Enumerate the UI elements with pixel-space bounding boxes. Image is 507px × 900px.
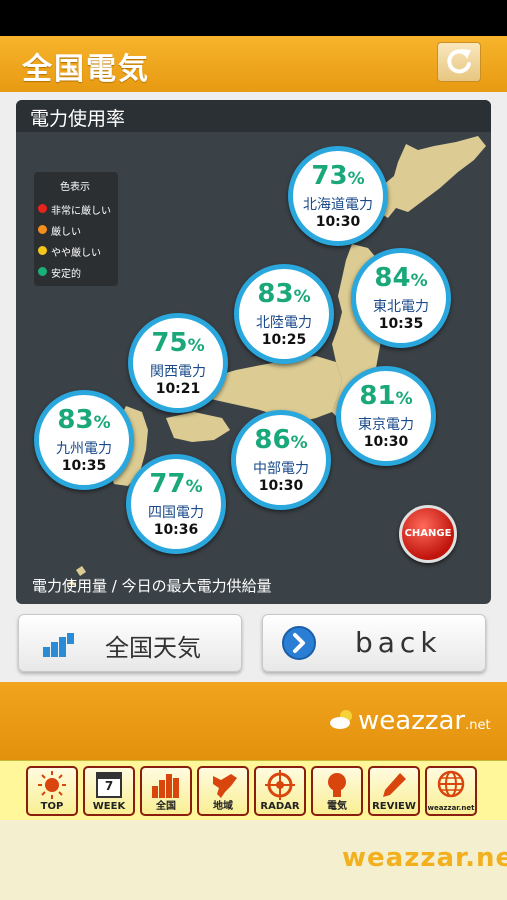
reload-button[interactable] <box>437 42 481 82</box>
panel-title: 電力使用率 <box>30 108 126 130</box>
region-time: 10:30 <box>315 214 361 230</box>
region-name: 四国電力 <box>148 505 204 521</box>
region-bubble-hokkaido[interactable]: 73% 北海道電力 10:30 <box>288 146 388 246</box>
tab-top[interactable]: TOP <box>26 766 78 816</box>
footer-logo: weazzar.net <box>342 843 507 873</box>
bars-icon <box>43 633 74 657</box>
yellow-dot-icon <box>38 246 47 255</box>
region-time: 10:30 <box>258 478 304 494</box>
region-time: 10:30 <box>363 434 409 450</box>
page-title: 全国電気 <box>22 52 150 87</box>
region-name: 東京電力 <box>358 417 414 433</box>
region-time: 10:35 <box>61 458 107 474</box>
region-bubble-shikoku[interactable]: 77% 四国電力 10:36 <box>126 454 226 554</box>
region-name: 中部電力 <box>253 461 309 477</box>
region-name: 関西電力 <box>150 364 206 380</box>
globe-icon <box>437 770 465 798</box>
tab-electricity[interactable]: 電気 <box>311 766 363 816</box>
region-bubble-tokyo[interactable]: 81% 東京電力 10:30 <box>336 366 436 466</box>
region-time: 10:35 <box>378 316 424 332</box>
region-bubble-chubu[interactable]: 86% 中部電力 10:30 <box>231 410 331 510</box>
tab-national[interactable]: 全国 <box>140 766 192 816</box>
green-dot-icon <box>38 267 47 276</box>
weather-logo-icon <box>330 710 352 729</box>
map-caption: 電力使用量 / 今日の最大電力供給量 <box>32 577 272 595</box>
region-name: 北海道電力 <box>303 197 373 213</box>
tab-weazzar[interactable]: weazzar.net <box>425 766 477 816</box>
tab-review[interactable]: REVIEW <box>368 766 420 816</box>
red-dot-icon <box>38 204 47 213</box>
back-button[interactable]: back <box>262 614 486 672</box>
status-bar <box>0 0 507 36</box>
region-bubble-kyushu[interactable]: 83% 九州電力 10:35 <box>34 390 134 490</box>
tab-region[interactable]: 地域 <box>197 766 249 816</box>
tab-week[interactable]: 7 WEEK <box>83 766 135 816</box>
region-time: 10:21 <box>155 381 201 397</box>
orange-dot-icon <box>38 225 47 234</box>
legend-title: 色表示 <box>60 182 90 193</box>
region-bubble-hokuriku[interactable]: 83% 北陸電力 10:25 <box>234 264 334 364</box>
color-legend: 色表示 非常に厳しい 厳しい やや厳しい 安定的 <box>34 172 118 286</box>
region-time: 10:36 <box>153 522 199 538</box>
region-time: 10:25 <box>261 332 307 348</box>
reload-icon <box>447 49 471 74</box>
back-label: back <box>355 626 442 659</box>
national-weather-button[interactable]: 全国天気 <box>18 614 242 672</box>
national-weather-label: 全国天気 <box>105 634 201 662</box>
region-bubble-tohoku[interactable]: 84% 東北電力 10:35 <box>351 248 451 348</box>
brand-logo: weazzar.net <box>358 706 491 736</box>
change-button[interactable]: CHANGE <box>399 505 457 563</box>
region-bubble-kansai[interactable]: 75% 関西電力 10:21 <box>128 313 228 413</box>
region-name: 北陸電力 <box>256 315 312 331</box>
arrow-right-icon <box>282 626 316 660</box>
calendar-icon: 7 <box>96 772 122 798</box>
region-name: 東北電力 <box>373 299 429 315</box>
tab-radar[interactable]: RADAR <box>254 766 306 816</box>
sun-icon <box>38 771 66 799</box>
pencil-icon <box>383 773 406 797</box>
radar-icon <box>265 770 295 800</box>
region-name: 九州電力 <box>56 441 112 457</box>
